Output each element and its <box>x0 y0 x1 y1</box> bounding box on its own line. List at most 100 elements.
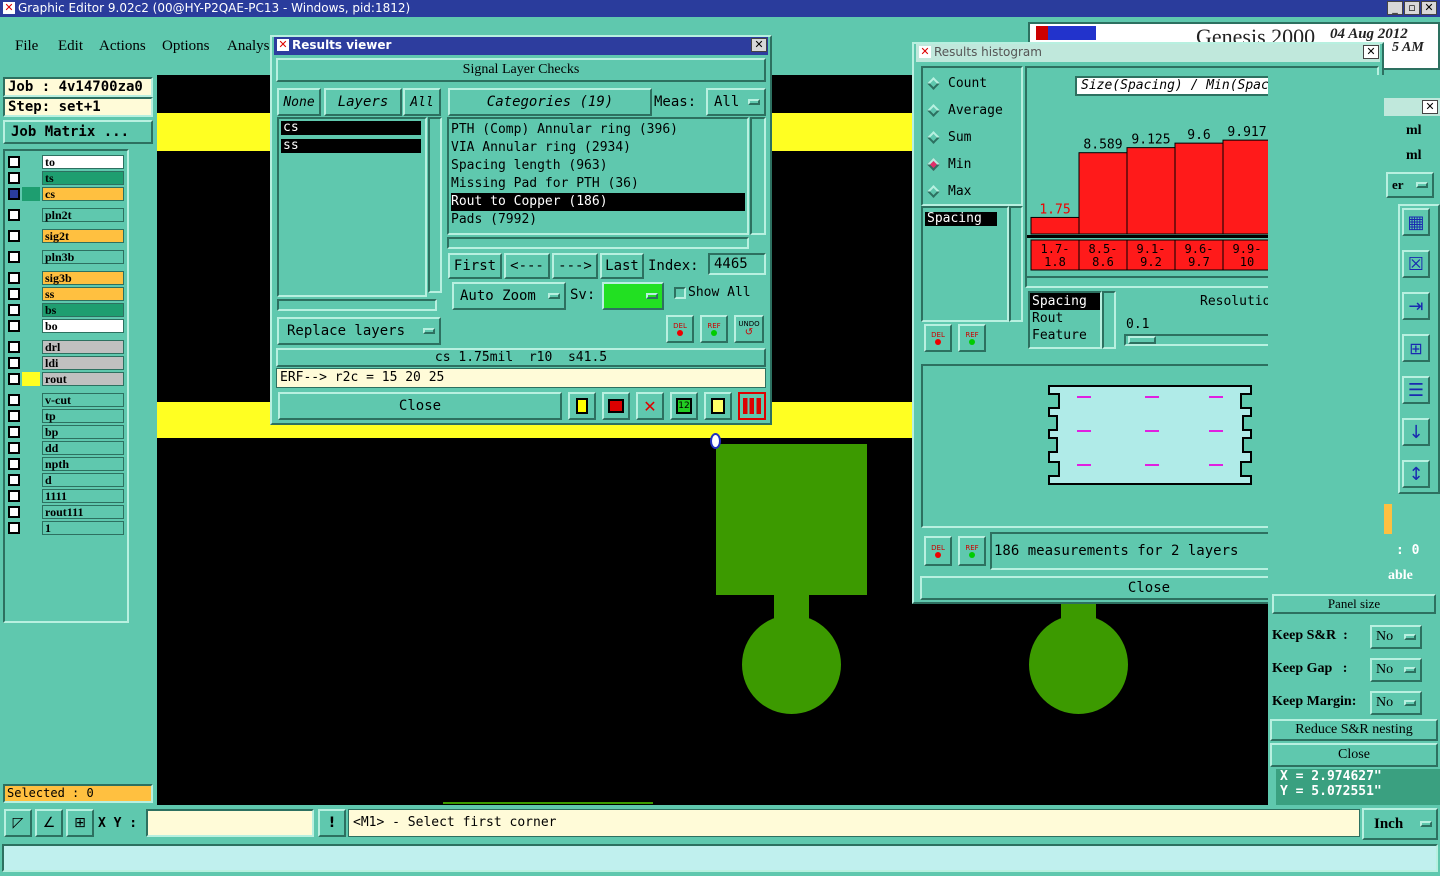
layer-checkbox[interactable] <box>8 156 20 168</box>
histogram-bar[interactable] <box>1174 142 1224 235</box>
meas-select[interactable]: All <box>706 88 766 116</box>
layer-select[interactable]: er <box>1386 172 1434 198</box>
layer-name[interactable]: ldi <box>42 356 124 370</box>
histogram-bar[interactable] <box>1030 216 1080 235</box>
snap-grid-icon[interactable]: ⊞ <box>66 809 94 837</box>
option-sum[interactable]: Sum <box>927 128 971 146</box>
all-button[interactable]: All <box>403 88 441 116</box>
menu-options[interactable]: Options <box>162 38 210 55</box>
layer-name[interactable]: rout <box>42 372 124 386</box>
layer-row-d[interactable]: d <box>6 473 124 487</box>
measure-mode-icon[interactable]: ∠ <box>35 809 63 837</box>
preview-del-button[interactable]: DEL <box>924 536 952 566</box>
layer-row-bs[interactable]: bs <box>6 303 124 317</box>
first-button[interactable]: First <box>448 253 502 279</box>
minimize-button[interactable]: _ <box>1387 1 1403 15</box>
hist-ref-button[interactable]: REF <box>958 324 986 352</box>
radio-diamond-icon[interactable] <box>927 76 940 90</box>
histogram-close-icon[interactable]: ✕ <box>1363 45 1379 59</box>
layer-checkbox[interactable] <box>8 394 20 406</box>
maximize-button[interactable]: ▫ <box>1404 1 1420 15</box>
layer-row-pln2t[interactable]: pln2t <box>6 208 124 222</box>
histogram-list-item[interactable]: Spacing <box>925 212 997 226</box>
layer-checkbox[interactable] <box>8 320 20 332</box>
cross-box-icon[interactable]: ☒ <box>1402 250 1430 278</box>
undo-button[interactable]: UNDO ↺ <box>734 315 764 343</box>
menu-analysis[interactable]: Analys <box>227 38 270 55</box>
layer-results-list[interactable]: cs ss <box>277 117 427 297</box>
panel-size-button[interactable]: Panel size <box>1272 594 1436 614</box>
sort-list-scroll[interactable] <box>1102 291 1116 349</box>
layer-row-cs[interactable]: cs <box>6 187 124 201</box>
reduce-nesting-button[interactable]: Reduce S&R nesting <box>1270 719 1438 741</box>
units-select[interactable]: Inch <box>1362 808 1438 840</box>
layer-row-tp[interactable]: tp <box>6 409 124 423</box>
layer-checkbox[interactable] <box>8 522 20 534</box>
histogram-list-scroll[interactable] <box>1009 206 1023 322</box>
radio-diamond-icon[interactable] <box>927 130 940 144</box>
none-button[interactable]: None <box>277 88 321 116</box>
category-item[interactable]: Missing Pad for PTH (36) <box>451 175 745 193</box>
layer-result-item[interactable]: cs <box>281 121 421 135</box>
histogram-list[interactable]: Spacing <box>921 206 1009 322</box>
keep-sr-select[interactable]: No <box>1370 625 1422 649</box>
layer-row-rout[interactable]: rout <box>6 372 124 386</box>
layer-name[interactable]: bp <box>42 425 124 439</box>
layer-name[interactable]: sig3b <box>42 271 124 285</box>
replace-layers-button[interactable]: Replace layers <box>277 317 441 345</box>
sort-list[interactable]: Spacing Rout Feature <box>1028 291 1102 349</box>
layer-name[interactable]: 1111 <box>42 489 124 503</box>
radio-diamond-icon[interactable] <box>927 184 940 198</box>
preview-ref-button[interactable]: REF <box>958 536 986 566</box>
prev-button[interactable]: <--- <box>504 253 550 279</box>
del-button[interactable]: DEL <box>666 315 694 343</box>
right-panel-close-icon[interactable]: ✕ <box>1422 100 1438 114</box>
layer-name[interactable]: sig2t <box>42 229 124 243</box>
sv-color-select[interactable] <box>602 282 664 310</box>
layer-list-scrollbar[interactable] <box>428 117 442 293</box>
layer-name[interactable]: v-cut <box>42 393 124 407</box>
results-viewer-close-button[interactable]: Close <box>278 392 562 420</box>
menu-edit[interactable]: Edit <box>58 38 83 55</box>
down-arrow-icon[interactable]: ↓ <box>1402 418 1430 446</box>
layer-checkbox[interactable] <box>8 410 20 422</box>
layer-checkbox[interactable] <box>8 230 20 242</box>
sort-item[interactable]: Rout <box>1030 310 1100 327</box>
auto-zoom-select[interactable]: Auto Zoom <box>452 282 566 310</box>
select-mode-icon[interactable]: ◸ <box>4 809 32 837</box>
layer-checkbox[interactable] <box>8 188 20 200</box>
next-button[interactable]: ---> <box>552 253 598 279</box>
histogram-bar[interactable] <box>1078 152 1128 235</box>
move-right-icon[interactable]: ⇥ <box>1402 292 1430 320</box>
layer-name[interactable]: drl <box>42 340 124 354</box>
layer-highlight-icon[interactable] <box>568 392 596 420</box>
exclamation-icon[interactable]: ! <box>318 809 346 837</box>
report-icon[interactable] <box>704 392 732 420</box>
sort-item[interactable]: Spacing <box>1030 293 1100 310</box>
last-button[interactable]: Last <box>600 253 644 279</box>
layer-checkbox[interactable] <box>8 490 20 502</box>
ref-button[interactable]: REF <box>700 315 728 343</box>
keep-margin-select[interactable]: No <box>1370 691 1422 715</box>
list-icon[interactable]: ☰ <box>1402 376 1430 404</box>
layer-name[interactable]: rout111 <box>42 505 124 519</box>
layer-name[interactable]: cs <box>42 187 124 201</box>
layer-row-ldi[interactable]: ldi <box>6 356 124 370</box>
layer-row-to[interactable]: to <box>6 155 124 169</box>
categories-vscroll[interactable] <box>750 117 766 235</box>
category-item[interactable]: Rout to Copper (186) <box>451 193 745 211</box>
layer-name[interactable]: dd <box>42 441 124 455</box>
layer-name[interactable]: d <box>42 473 124 487</box>
categories-hscroll[interactable] <box>447 237 749 249</box>
layer-row-sig3b[interactable]: sig3b <box>6 271 124 285</box>
layer-checkbox[interactable] <box>8 474 20 486</box>
show-all-checkbox[interactable] <box>674 287 686 299</box>
layer-row-1111[interactable]: 1111 <box>6 489 124 503</box>
layer-checkbox[interactable] <box>8 288 20 300</box>
radio-diamond-icon[interactable] <box>927 103 940 117</box>
layer-name[interactable]: pln3b <box>42 250 124 264</box>
numbering-icon[interactable]: 12 <box>670 392 698 420</box>
menu-file[interactable]: File <box>15 38 38 55</box>
option-count[interactable]: Count <box>927 74 987 92</box>
grid-icon[interactable]: ▦ <box>1402 208 1430 236</box>
